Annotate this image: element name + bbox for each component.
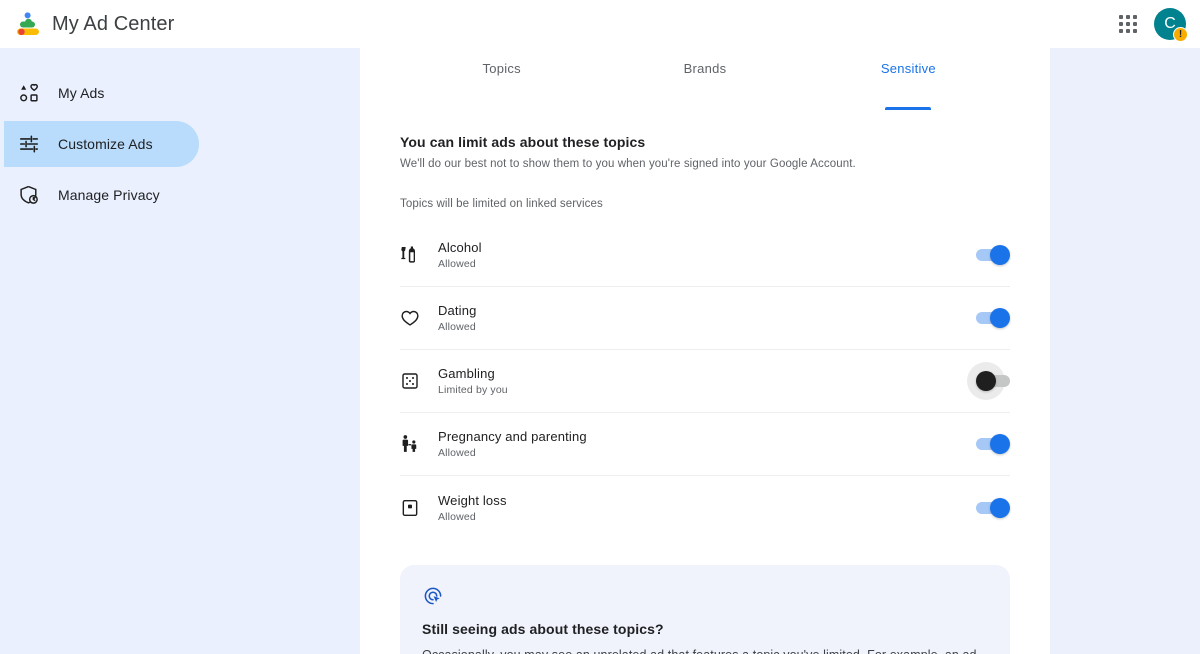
sidebar-item-label: My Ads — [58, 85, 105, 101]
alcohol-bottle-icon — [400, 245, 420, 265]
topic-list: Alcohol Allowed Dating Allowed Gambling … — [400, 224, 1010, 539]
toggle-knob — [976, 371, 996, 391]
topic-text: Gambling Limited by you — [438, 366, 976, 396]
tab-topics[interactable]: Topics — [400, 48, 603, 92]
topic-name: Alcohol — [438, 240, 482, 255]
page-subtitle: We'll do our best not to show them to yo… — [400, 158, 856, 170]
topic-text: Alcohol Allowed — [438, 240, 976, 270]
sidebar-item-manage-privacy[interactable]: Manage Privacy — [4, 172, 199, 218]
topic-toggle-alcohol[interactable] — [976, 245, 1010, 265]
info-card-body: Occasionally, you may see an unrelated a… — [422, 646, 988, 654]
topic-toggle-weight-loss[interactable] — [976, 497, 1010, 518]
tab-bar: Topics Brands Sensitive — [360, 48, 1050, 92]
topic-state: Allowed — [438, 321, 476, 333]
sensitive-section: You can limit ads about these topics We'… — [360, 92, 1050, 654]
shield-clock-icon — [18, 184, 40, 206]
table-row[interactable]: Gambling Limited by you — [400, 350, 1010, 413]
table-row[interactable]: Alcohol Allowed — [400, 224, 1010, 287]
topic-state: Allowed — [438, 510, 476, 523]
dice-icon — [400, 371, 420, 391]
tune-sliders-icon — [18, 133, 40, 155]
avatar[interactable]: C ! — [1154, 8, 1188, 42]
brand[interactable]: My Ad Center — [14, 10, 174, 38]
tab-brands[interactable]: Brands — [603, 48, 806, 92]
avatar-alert-badge: ! — [1173, 27, 1188, 42]
table-row[interactable]: Pregnancy and parenting Allowed — [400, 413, 1010, 476]
topic-toggle-gambling[interactable] — [967, 362, 1010, 400]
heart-icon — [400, 308, 420, 328]
topic-name: Gambling — [438, 366, 495, 381]
tab-sensitive[interactable]: Sensitive — [807, 48, 1010, 92]
topic-name: Dating — [438, 303, 477, 318]
shapes-icon — [18, 82, 40, 104]
sidebar-item-label: Manage Privacy — [58, 187, 160, 203]
ads-click-icon — [422, 585, 444, 607]
apps-grid-icon[interactable] — [1116, 12, 1140, 36]
topic-state: Allowed — [438, 447, 476, 459]
topic-state: Allowed — [438, 258, 476, 270]
topic-text: Pregnancy and parenting Allowed — [438, 429, 976, 459]
topic-text: Dating Allowed — [438, 303, 976, 333]
info-card: Still seeing ads about these topics? Occ… — [400, 565, 1010, 654]
topic-text: Weight loss Allowed — [438, 493, 976, 523]
topic-state: Limited by you — [438, 384, 508, 396]
topic-toggle-dating[interactable] — [976, 308, 1010, 328]
content-panel: Topics Brands Sensitive You can limit ad… — [360, 48, 1050, 654]
topic-toggle-pregnancy-and-parenting[interactable] — [976, 434, 1010, 454]
toggle-knob — [990, 497, 1010, 518]
brand-title: My Ad Center — [52, 12, 175, 35]
top-bar: My Ad Center C ! — [0, 0, 1200, 48]
top-bar-actions: C ! — [1116, 8, 1188, 42]
my-ad-center-page: My Ad Center C ! My Ads Customize Ads Ma… — [0, 0, 1200, 654]
sidebar: My Ads Customize Ads Manage Privacy — [0, 48, 360, 654]
toggle-knob — [990, 434, 1010, 454]
my-ad-center-logo-icon — [14, 10, 42, 38]
tab-label: Topics — [482, 61, 521, 76]
sidebar-item-label: Customize Ads — [58, 136, 153, 152]
tab-label: Sensitive — [880, 61, 936, 76]
tab-label: Brands — [683, 61, 727, 76]
sidebar-item-my-ads[interactable]: My Ads — [4, 70, 199, 116]
parent-child-icon — [400, 434, 420, 454]
section-note: Topics will be limited on linked service… — [400, 198, 603, 210]
toggle-knob — [990, 308, 1010, 328]
toggle-knob — [990, 245, 1010, 265]
table-row[interactable]: Weight loss Allowed — [400, 476, 1010, 539]
info-card-title: Still seeing ads about these topics? — [422, 621, 664, 637]
scale-icon — [400, 498, 420, 518]
sidebar-item-customize-ads[interactable]: Customize Ads — [4, 121, 199, 167]
topic-name: Pregnancy and parenting — [438, 429, 587, 444]
table-row[interactable]: Dating Allowed — [400, 287, 1010, 350]
page-title: You can limit ads about these topics — [400, 134, 646, 150]
topic-name: Weight loss — [438, 492, 507, 508]
